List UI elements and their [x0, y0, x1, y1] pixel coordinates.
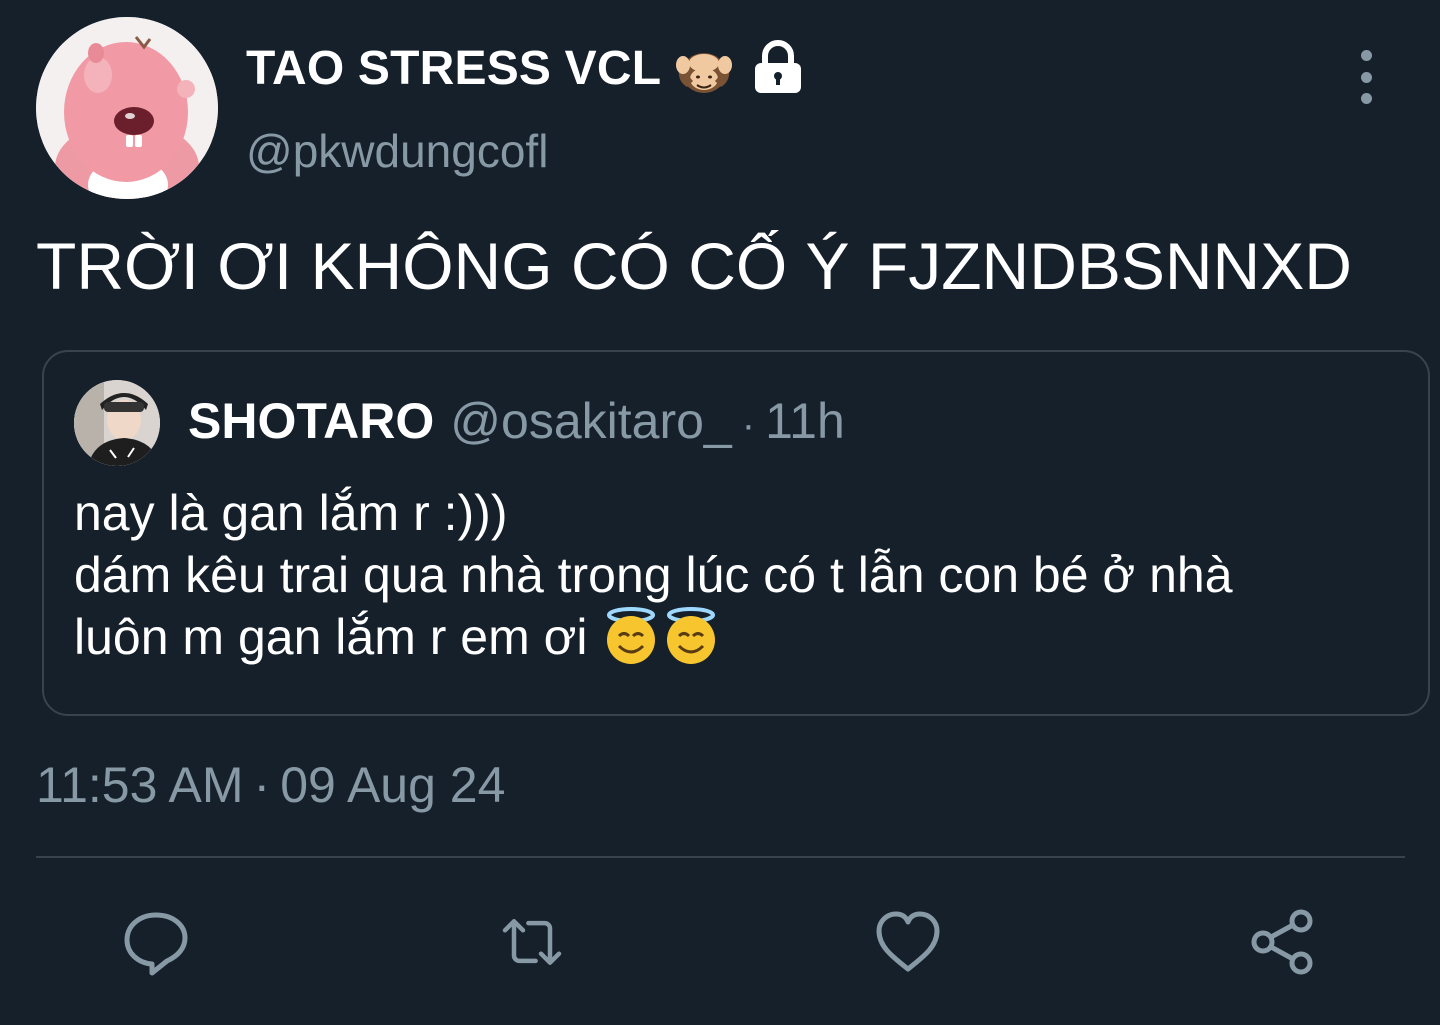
quoted-separator: · [741, 403, 756, 447]
tweet-detail-view: TAO STRESS VCL @pkwdungcofl TRỜI ƠI KHÔN… [0, 0, 1440, 1025]
author-handle[interactable]: @pkwdungcofl [246, 124, 548, 178]
pink-beaver-avatar-image [36, 17, 218, 199]
more-dot [1360, 93, 1372, 104]
see-no-evil-monkey-icon [673, 37, 735, 99]
lock-icon [747, 37, 809, 99]
author-avatar[interactable] [36, 17, 218, 199]
timestamp-separator: · [253, 757, 271, 813]
smiling-face-with-halo-icon [661, 606, 721, 666]
quoted-tweet-text: nay là gan lắm r :))) dám kêu trai qua n… [74, 482, 1233, 668]
tweet-time: 11:53 AM [36, 757, 244, 813]
quoted-tweet-header: SHOTARO @osakitaro_ · 11h [188, 392, 845, 450]
quoted-author-avatar[interactable] [74, 380, 160, 466]
quoted-text-line: nay là gan lắm r :))) [74, 485, 508, 541]
retweet-icon[interactable] [496, 906, 568, 978]
smiling-face-with-halo-icon [601, 606, 661, 666]
share-icon[interactable] [1248, 906, 1320, 978]
more-options-icon[interactable] [1346, 50, 1386, 104]
quoted-text-line: dám kêu trai qua nhà trong lúc có t lẫn … [74, 547, 1233, 603]
author-display-name[interactable]: TAO STRESS VCL [246, 41, 661, 96]
quoted-author-name[interactable]: SHOTARO [188, 392, 434, 450]
quoted-text-line-last: luôn m gan lắm r em ơi [74, 606, 1233, 668]
quoted-tweet-card[interactable]: SHOTARO @osakitaro_ · 11h nay là gan lắm… [42, 350, 1430, 716]
quoted-text-line: luôn m gan lắm r em ơi [74, 609, 588, 665]
quoted-author-handle[interactable]: @osakitaro_ [450, 392, 731, 450]
quoted-avatar-photo [74, 380, 160, 466]
like-icon[interactable] [872, 906, 944, 978]
more-dot [1360, 71, 1372, 83]
author-name-row: TAO STRESS VCL [246, 36, 809, 100]
tweet-text: TRỜI ƠI KHÔNG CÓ CỐ Ý FJZNDBSNNXD [36, 229, 1352, 303]
tweet-date: 09 Aug 24 [280, 757, 506, 813]
quoted-tweet-time: 11h [765, 393, 845, 449]
reply-icon[interactable] [120, 906, 192, 978]
more-dot [1360, 50, 1372, 61]
divider [36, 856, 1405, 858]
tweet-timestamp: 11:53 AM · 09 Aug 24 [36, 756, 505, 814]
